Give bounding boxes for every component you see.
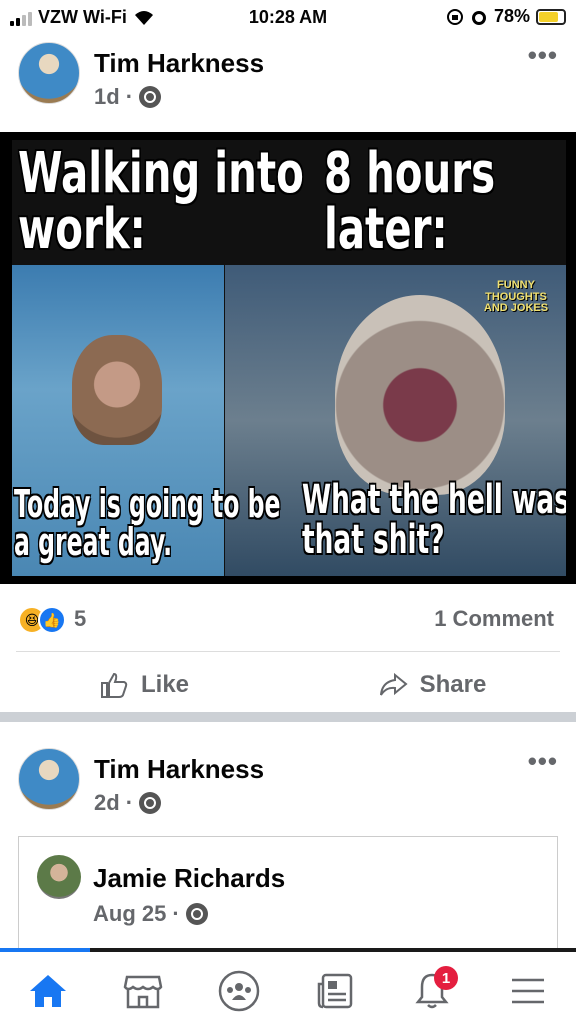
like-button[interactable]: Like [0, 660, 288, 710]
author-avatar[interactable] [18, 42, 80, 104]
home-icon [30, 975, 66, 1007]
post-time[interactable]: 1d [94, 84, 120, 110]
shared-author-avatar[interactable] [37, 855, 81, 899]
battery-fill [539, 11, 558, 22]
tab-notifications[interactable]: 1 [402, 966, 462, 1014]
active-tab-indicator [0, 948, 90, 952]
meta-separator: · [125, 84, 134, 109]
shared-post-meta: Aug 25 · [93, 901, 208, 927]
meme-frame: Walking into work: 8 hours later: FUNNY … [12, 140, 566, 576]
tab-menu[interactable] [498, 968, 558, 1014]
divider [16, 651, 560, 652]
frazzled-monkey-image [335, 295, 505, 495]
battery-icon [536, 8, 566, 25]
reactions-bar[interactable]: 😆 👍 5 1 Comment [0, 600, 576, 640]
comment-count[interactable]: 1 Comment [434, 606, 554, 632]
more-options-button[interactable]: ••• [528, 40, 558, 71]
author-name-2[interactable]: Tim Harkness [94, 754, 264, 785]
globe-icon [185, 903, 208, 925]
tab-groups[interactable] [209, 968, 269, 1014]
reaction-count[interactable]: 5 [74, 606, 86, 632]
post-meta: 1d · [94, 84, 162, 110]
meme-watermark: FUNNY THOUGHTS AND JOKES [483, 279, 549, 315]
menu-icon [512, 978, 544, 1004]
like-reaction-icon: 👍 [38, 606, 66, 634]
post-header: Tim Harkness 1d · ••• [0, 34, 576, 114]
share-arrow-icon [379, 672, 408, 696]
share-label: Share [419, 671, 487, 698]
alarm-icon [471, 10, 486, 25]
author-avatar-2[interactable] [18, 748, 80, 810]
post-image[interactable]: Walking into work: 8 hours later: FUNNY … [0, 132, 576, 584]
marketplace-icon [123, 975, 163, 1009]
calm-monkey-image [72, 335, 162, 445]
post-time-2[interactable]: 2d [94, 790, 120, 816]
post-separator [0, 712, 576, 722]
reaction-icons: 😆 👍 [18, 606, 66, 634]
post-header-2: Tim Harkness 2d · ••• [0, 740, 576, 820]
like-label: Like [140, 671, 190, 698]
thumbs-up-icon [100, 672, 128, 698]
shared-author-name[interactable]: Jamie Richards [93, 863, 285, 894]
groups-icon [218, 970, 260, 1012]
tab-news[interactable] [305, 968, 365, 1014]
share-button[interactable]: Share [288, 660, 576, 710]
battery-percent: 78% [493, 6, 530, 26]
meme-caption-bottom-left: Today is going to be a great day. [14, 482, 281, 564]
meta-separator-2: · [125, 790, 134, 815]
meme-caption-bottom-right: What the hell was that shit? [302, 477, 566, 563]
shared-meta-separator: · [172, 901, 180, 926]
meme-caption-top-right: 8 hours later: [324, 141, 496, 262]
post-actions: Like Share [0, 660, 576, 710]
globe-icon [139, 86, 162, 108]
news-icon [317, 973, 353, 1009]
meme-caption-top-left: Walking into work: [18, 141, 304, 262]
bottom-tab-bar: 1 [0, 948, 576, 1024]
author-name[interactable]: Tim Harkness [94, 48, 264, 79]
notification-badge: 1 [434, 966, 458, 990]
status-right: 78% [446, 6, 566, 27]
tab-marketplace[interactable] [113, 968, 173, 1014]
globe-icon [139, 792, 162, 814]
tab-home[interactable] [18, 968, 78, 1014]
shared-post-date[interactable]: Aug 25 [93, 901, 166, 927]
more-options-button-2[interactable]: ••• [528, 746, 558, 777]
orientation-lock-icon [446, 8, 463, 25]
post-meta-2: 2d · [94, 790, 162, 816]
status-bar: VZW Wi-Fi 10:28 AM 78% [0, 0, 576, 34]
